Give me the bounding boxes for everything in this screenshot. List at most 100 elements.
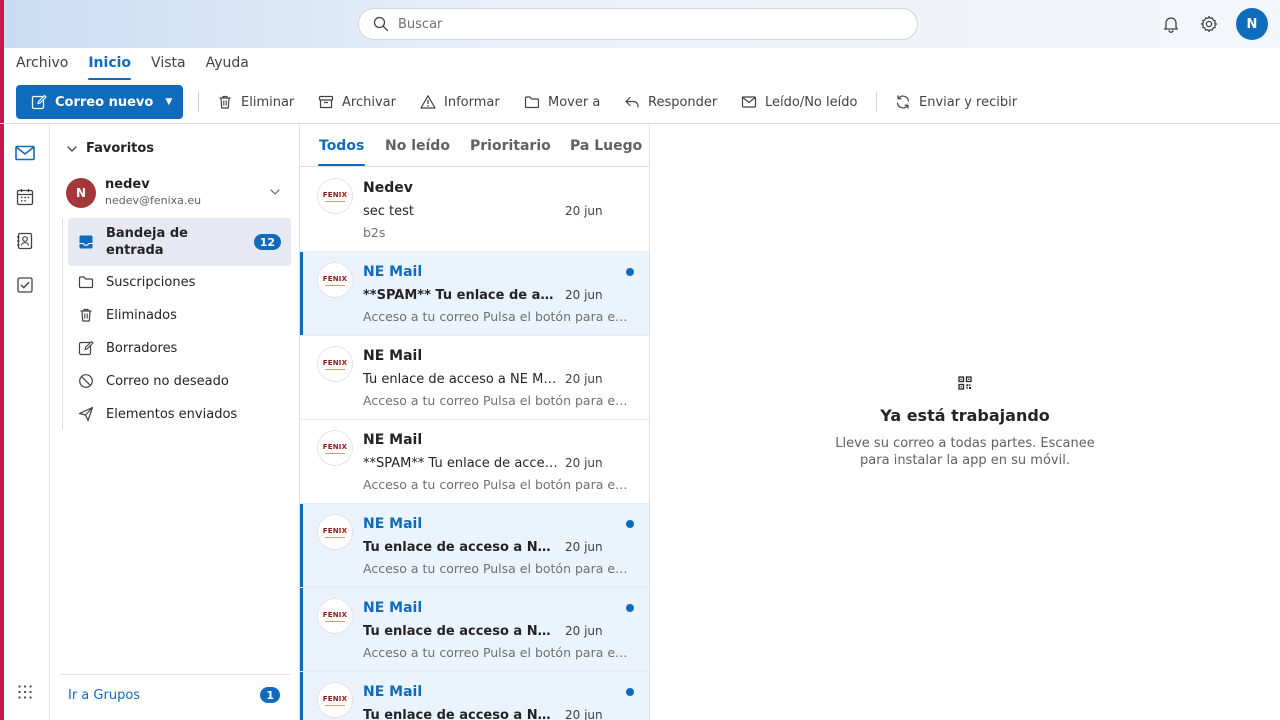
rail-todo[interactable] (14, 274, 36, 296)
report-button[interactable]: Informar (420, 91, 500, 113)
reply-icon (625, 96, 639, 108)
delete-label: Eliminar (241, 94, 295, 110)
unread-dot (626, 520, 634, 528)
search-input[interactable] (398, 16, 878, 32)
message-row[interactable]: FENIX NE Mail Tu enlace de acceso a NE Mai… (300, 672, 649, 720)
app-rail (4, 125, 50, 720)
unread-count-badge: 12 (253, 234, 281, 250)
folder-deleted[interactable]: Eliminados (68, 305, 291, 325)
logo-text: FENIX (322, 274, 348, 283)
read-unread-button[interactable]: Leído/No leído (741, 91, 857, 113)
folder-move-icon (524, 96, 540, 109)
settings-button[interactable] (1197, 12, 1221, 36)
folder-subscriptions[interactable]: Suscripciones (68, 272, 291, 292)
message-preview: Acceso a tu correo Pulsa el botón para e… (363, 477, 629, 492)
report-label: Informar (444, 94, 500, 110)
folder-label: Bandeja de entrada (106, 226, 188, 258)
draft-icon (78, 340, 94, 356)
empty-state-title: Ya está trabajando (880, 406, 1050, 425)
message-date: 20 jun (565, 708, 603, 720)
app-grid-icon (18, 685, 32, 699)
tab-priority[interactable]: Prioritario (470, 138, 551, 154)
envelope-icon (741, 96, 757, 108)
tab-unread[interactable]: No leído (385, 138, 450, 154)
folder-sent[interactable]: Elementos enviados (68, 404, 291, 424)
unread-dot (626, 604, 634, 612)
send-receive-button[interactable]: Enviar y recibir (895, 91, 1017, 113)
folder-label: Borradores (106, 340, 178, 356)
account-header[interactable]: N nedev nedev@fenixa.eu (66, 177, 290, 209)
message-rows: FENIX Nedev sec test 20 jun b2s FENIX NE Mail *… (300, 168, 649, 720)
rail-people[interactable] (14, 230, 36, 252)
folder-junk[interactable]: Correo no deseado (68, 371, 291, 391)
message-subject: Tu enlace de acceso a NE Mail (363, 708, 558, 720)
tab-later[interactable]: Pa Luego (570, 138, 642, 154)
bell-icon (1164, 17, 1178, 33)
logo-text: FENIX (322, 526, 348, 535)
tab-all[interactable]: Todos (317, 138, 366, 166)
sender-logo: FENIX (317, 598, 353, 634)
folder-drafts[interactable]: Borradores (68, 338, 291, 358)
unread-dot (626, 268, 634, 276)
calendar-icon (16, 189, 34, 206)
compose-icon (31, 94, 47, 110)
archive-button[interactable]: Archivar (318, 91, 396, 113)
go-to-groups-link[interactable]: Ir a Grupos 1 (68, 685, 290, 705)
message-list: Todos No leído Prioritario Pa Luego FENI… (300, 125, 650, 720)
message-date: 20 jun (565, 204, 603, 218)
message-sender: NE Mail (363, 348, 423, 364)
sender-logo: FENIX (317, 178, 353, 214)
chevron-down-icon[interactable] (268, 185, 282, 199)
message-sender: NE Mail (363, 684, 423, 700)
folder-pane: Favoritos N nedev nedev@fenixa.eu Bandej… (50, 125, 300, 720)
inbox-icon (79, 235, 93, 249)
send-icon (78, 406, 94, 422)
account-email: nedev@fenixa.eu (105, 194, 202, 207)
reply-button[interactable]: Responder (624, 91, 717, 113)
rail-more-apps[interactable] (14, 681, 36, 703)
message-row[interactable]: FENIX NE Mail Tu enlace de acceso a NE Mai… (300, 336, 649, 420)
groups-divider (60, 674, 290, 675)
message-row[interactable]: FENIX NE Mail **SPAM** Tu enlace de acceso… (300, 252, 649, 336)
favorites-header[interactable]: Favoritos (66, 141, 154, 156)
user-avatar[interactable]: N (1236, 8, 1268, 40)
message-date: 20 jun (565, 624, 603, 638)
message-row[interactable]: FENIX NE Mail Tu enlace de acceso a NE Mai… (300, 504, 649, 588)
sender-logo: FENIX (317, 514, 353, 550)
message-row[interactable]: FENIX NE Mail **SPAM** Tu enlace de acceso… (300, 420, 649, 504)
junk-icon (79, 374, 93, 388)
read-unread-label: Leído/No leído (765, 94, 858, 110)
menu-tab-archivo[interactable]: Archivo (16, 48, 68, 78)
move-to-button[interactable]: Mover a (524, 91, 600, 113)
search-box[interactable] (358, 8, 918, 40)
menu-tab-inicio[interactable]: Inicio (88, 48, 131, 80)
message-row[interactable]: FENIX Nedev sec test 20 jun b2s (300, 168, 649, 252)
menu-tab-vista[interactable]: Vista (151, 48, 186, 78)
message-subject: Tu enlace de acceso a NE Mail (363, 372, 558, 387)
message-sender: NE Mail (363, 264, 423, 280)
sender-logo: FENIX (317, 262, 353, 298)
message-row[interactable]: FENIX NE Mail Tu enlace de acceso a NE Mai… (300, 588, 649, 672)
menu-tab-ayuda[interactable]: Ayuda (206, 48, 249, 78)
delete-button[interactable]: Eliminar (217, 91, 294, 113)
notifications-button[interactable] (1159, 12, 1183, 36)
folder-label: Elementos enviados (106, 406, 238, 422)
new-mail-button[interactable]: Correo nuevo ▼ (16, 85, 183, 119)
gear-icon (1200, 15, 1218, 33)
rail-mail[interactable] (14, 142, 36, 164)
contacts-icon (17, 232, 33, 250)
groups-label: Ir a Grupos (68, 687, 141, 703)
message-sender: Nedev (363, 180, 413, 196)
message-preview: Acceso a tu correo Pulsa el botón para e… (363, 309, 629, 324)
account-avatar: N (66, 178, 96, 208)
logo-text: FENIX (322, 190, 348, 199)
ribbon-toolbar: Correo nuevo ▼ Eliminar Archivar Informa… (0, 80, 1280, 124)
logo-line (325, 200, 345, 202)
chevron-down-icon[interactable]: ▼ (165, 97, 172, 107)
folder-inbox[interactable]: Bandeja de entrada 12 (68, 218, 291, 266)
rail-calendar[interactable] (14, 186, 36, 208)
sender-logo: FENIX (317, 682, 353, 718)
reading-pane: Ya está trabajando Lleve su correo a tod… (650, 125, 1280, 720)
logo-line (325, 536, 345, 538)
archive-label: Archivar (342, 94, 396, 110)
